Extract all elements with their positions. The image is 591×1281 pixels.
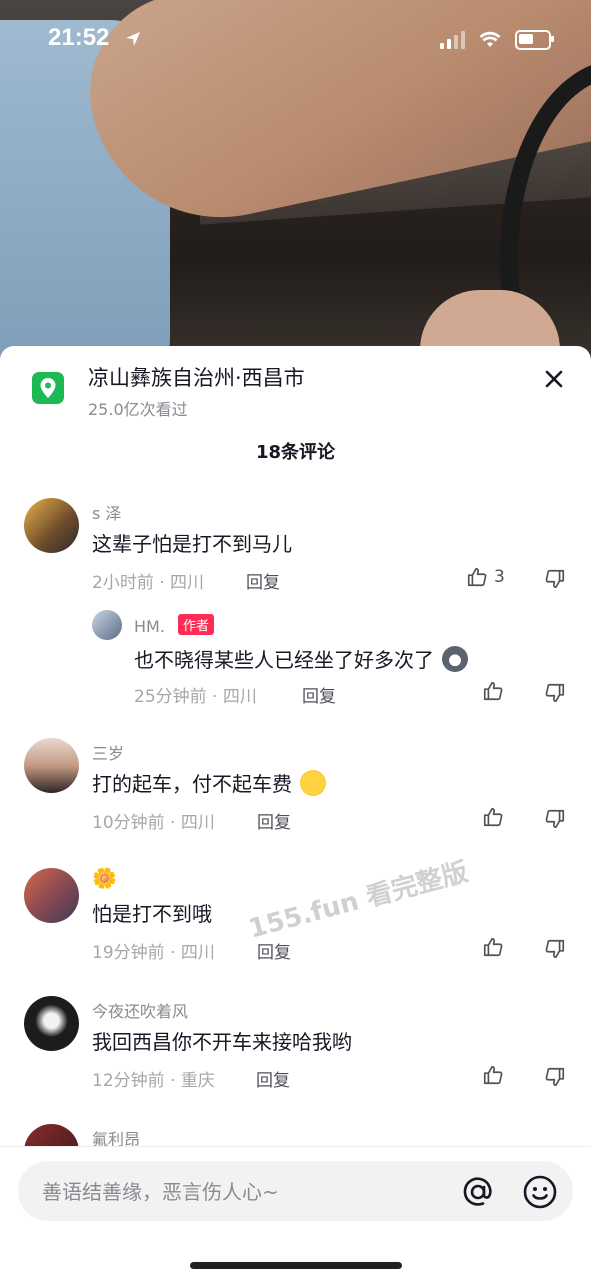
close-button[interactable]: [539, 364, 569, 394]
comment-meta: 19分钟前 · 四川: [92, 943, 215, 963]
location-views: 25.0亿次看过: [88, 400, 188, 419]
reply-button[interactable]: 回复: [302, 682, 336, 707]
reply-username-row: HM. 作者: [134, 614, 215, 636]
comment-username[interactable]: 今夜还吹着风: [92, 998, 188, 1022]
comment-text-content: 打的起车，付不起车费: [92, 772, 292, 796]
thumbs-up-icon: [467, 567, 487, 587]
status-time: 21:52: [48, 24, 110, 51]
location-header[interactable]: 凉山彝族自治州·西昌市 25.0亿次看过: [0, 346, 591, 426]
like-button[interactable]: [482, 806, 504, 828]
comment-item: 三岁 打的起车，付不起车费 10分钟前 · 四川 回复: [0, 736, 591, 846]
thumbs-down-icon: [545, 569, 565, 589]
comment-meta: 12分钟前 · 重庆: [92, 1071, 215, 1091]
comment-item: 今夜还吹着风 我回西昌你不开车来接哈我哟 12分钟前 · 重庆 回复: [0, 994, 591, 1104]
location-arrow-icon: [126, 32, 140, 46]
comment-meta: 10分钟前 · 四川: [92, 813, 215, 833]
cellular-signal-icon: [440, 31, 465, 49]
dislike-button[interactable]: [544, 808, 566, 834]
comment-text: 这辈子怕是打不到马儿: [92, 532, 292, 556]
comment-text-content: 也不晓得某些人已经坐了好多次了: [134, 648, 434, 672]
comment-input-bar: [0, 1146, 591, 1281]
comment-text: 怕是打不到哦: [92, 902, 212, 926]
comment-text: 我回西昌你不开车来接哈我哟: [92, 1030, 352, 1054]
thumbs-down-icon: [545, 683, 565, 703]
comment-meta: 2小时前 · 四川: [92, 573, 205, 593]
comment-text: 也不晓得某些人已经坐了好多次了: [134, 644, 469, 673]
location-title[interactable]: 凉山彝族自治州·西昌市: [88, 362, 305, 392]
avatar[interactable]: [92, 610, 122, 640]
reply-button[interactable]: 回复: [256, 1066, 290, 1091]
at-sign-icon: [463, 1177, 492, 1206]
husky-emoji-icon: [442, 646, 469, 672]
home-indicator[interactable]: [190, 1262, 402, 1269]
dislike-button[interactable]: [544, 938, 566, 964]
comment-input[interactable]: [40, 1175, 444, 1209]
comment-item: s 泽 这辈子怕是打不到马儿 2小时前 · 四川 回复 3: [0, 494, 591, 604]
dislike-button[interactable]: [544, 568, 566, 594]
avatar[interactable]: [24, 996, 79, 1051]
reply-button[interactable]: 回复: [246, 568, 280, 593]
like-button[interactable]: [482, 1064, 504, 1086]
location-pin-icon: [32, 372, 64, 404]
avatar[interactable]: [24, 868, 79, 923]
dislike-button[interactable]: [544, 1066, 566, 1092]
thumbs-up-icon: [483, 937, 503, 957]
emoji-button[interactable]: [522, 1174, 558, 1214]
comment-input-container[interactable]: [18, 1161, 573, 1221]
smiley-face-icon: [523, 1175, 557, 1209]
avatar[interactable]: [24, 498, 79, 553]
reply-item: HM. 作者 也不晓得某些人已经坐了好多次了 25分钟前 · 四川 回复: [0, 608, 591, 718]
battery-icon: [515, 30, 554, 50]
wifi-icon: [479, 31, 501, 47]
comment-username[interactable]: 🌼: [92, 866, 117, 890]
comment-username[interactable]: 三岁: [92, 740, 124, 764]
thumbs-up-icon: [483, 1065, 503, 1085]
like-count: 3: [494, 567, 505, 587]
thumbs-down-icon: [545, 809, 565, 829]
comment-username[interactable]: HM.: [134, 617, 165, 636]
avatar[interactable]: [24, 738, 79, 793]
battery-level: [519, 34, 533, 44]
reply-button[interactable]: 回复: [257, 808, 291, 833]
comment-username[interactable]: s 泽: [92, 500, 121, 524]
close-icon: [545, 370, 563, 388]
like-button[interactable]: [482, 936, 504, 958]
author-tag: 作者: [178, 614, 215, 635]
thumbs-down-icon: [545, 1067, 565, 1087]
thumbs-up-icon: [483, 807, 503, 827]
like-button[interactable]: [482, 680, 504, 702]
comment-count: 18条评论: [255, 442, 336, 463]
status-bar: 21:52: [0, 0, 591, 80]
thumbs-up-icon: [483, 681, 503, 701]
comments-sheet: 凉山彝族自治州·西昌市 25.0亿次看过 18条评论 s 泽 这辈子怕是打不到马…: [0, 346, 591, 1280]
thumbs-down-icon: [545, 939, 565, 959]
comment-meta: 25分钟前 · 四川: [134, 687, 257, 707]
comment-text: 打的起车，付不起车费: [92, 768, 327, 797]
dislike-button[interactable]: [544, 682, 566, 708]
crying-laughing-emoji-icon: [300, 770, 327, 796]
like-button[interactable]: 3: [466, 566, 505, 588]
mention-button[interactable]: [460, 1174, 496, 1214]
